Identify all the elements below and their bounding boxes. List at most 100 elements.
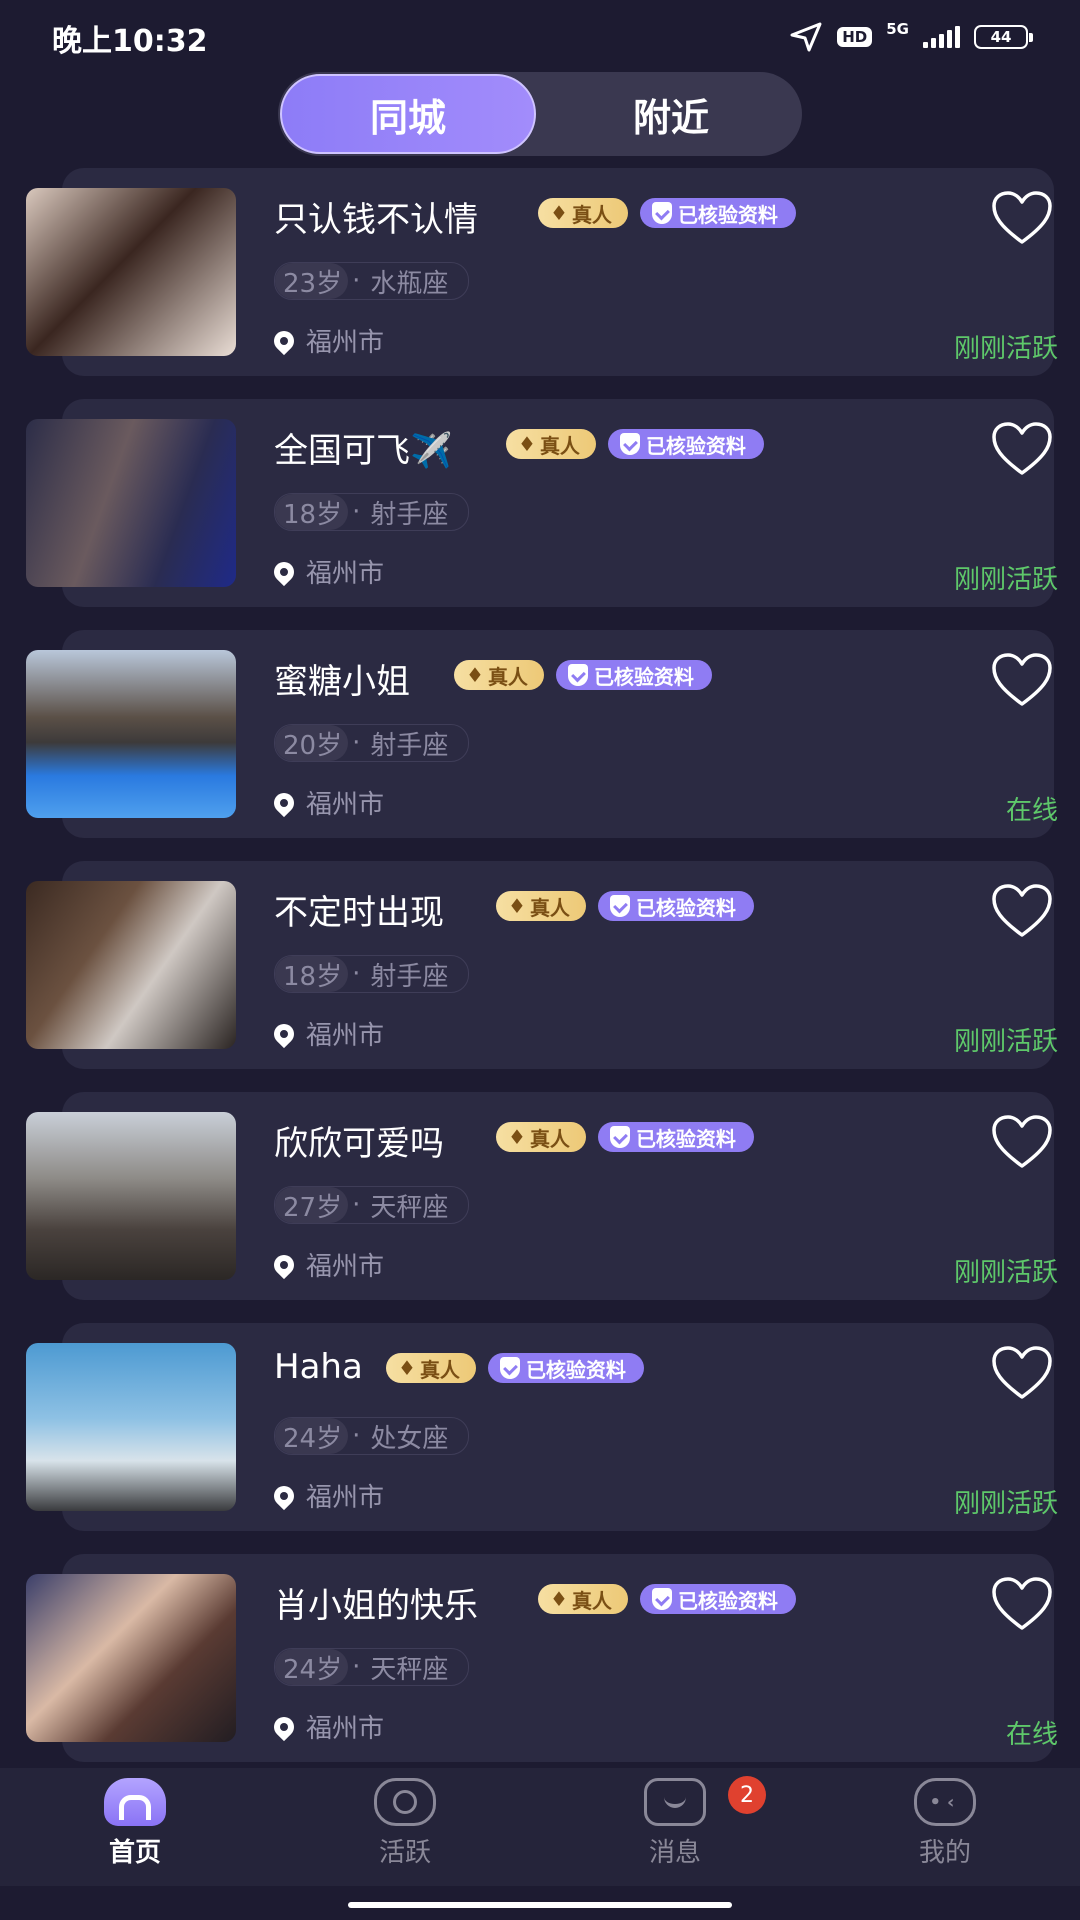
profile-location: 福州市 xyxy=(269,1246,384,1283)
age-zodiac-tag: 24岁 · 天秤座 xyxy=(274,1648,470,1686)
profile-location: 福州市 xyxy=(269,1015,384,1052)
shield-check-icon xyxy=(567,664,588,686)
signal-icon xyxy=(923,26,960,48)
real-person-badge: ♦ 真人 xyxy=(538,198,628,228)
profile-name: 欣欣可爱吗 xyxy=(274,1124,444,1164)
age-zodiac-tag: 23岁 · 水瓶座 xyxy=(274,262,470,300)
nav-label: 首页 xyxy=(108,1838,161,1868)
location-pin-icon xyxy=(269,1481,299,1510)
heart-icon[interactable] xyxy=(990,1114,1054,1170)
age-zodiac-tag: 27岁 · 天秤座 xyxy=(274,1186,470,1224)
real-person-badge: ♦ 真人 xyxy=(506,429,596,459)
verified-badge: 已核验资料 xyxy=(639,1584,796,1614)
real-person-badge: ♦ 真人 xyxy=(496,1122,586,1152)
home-icon xyxy=(104,1778,166,1826)
profile-photo[interactable] xyxy=(26,1343,236,1511)
tab-nearby[interactable]: 附近 xyxy=(540,72,802,156)
status-time: 晚上10:32 xyxy=(52,24,208,59)
profile-name: 全国可飞✈️ xyxy=(274,431,453,471)
location-arrow-icon xyxy=(790,22,822,52)
profile-name: 肖小姐的快乐 xyxy=(274,1586,478,1626)
activity-status: 在线 xyxy=(1005,1720,1058,1750)
profile-location: 福州市 xyxy=(269,1708,384,1745)
eye-icon xyxy=(374,1778,436,1826)
profile-photo[interactable] xyxy=(26,650,236,818)
battery-icon: 44 xyxy=(974,25,1033,49)
profile-badges: ♦ 真人 已核验资料 xyxy=(506,429,764,459)
profile-badges: ♦ 真人 已核验资料 xyxy=(496,891,754,921)
bottom-nav: 首页 活跃 消息 •‹ 我的 xyxy=(0,1768,1080,1886)
home-indicator[interactable] xyxy=(348,1902,732,1908)
diamond-icon: ♦ xyxy=(550,1587,568,1611)
nav-profile[interactable]: •‹ 我的 xyxy=(865,1778,1025,1878)
profile-name: 不定时出现 xyxy=(274,893,444,933)
verified-badge: 已核验资料 xyxy=(597,1122,754,1152)
location-pin-icon xyxy=(269,1712,299,1741)
location-pin-icon xyxy=(269,1019,299,1048)
profile-location: 福州市 xyxy=(269,322,384,359)
profile-name: Haha xyxy=(274,1347,363,1387)
heart-icon[interactable] xyxy=(990,883,1054,939)
tab-same-city[interactable]: 同城 xyxy=(280,74,536,154)
unread-badge: 2 xyxy=(728,1776,766,1814)
diamond-icon: ♦ xyxy=(398,1356,416,1380)
activity-status: 刚刚活跃 xyxy=(953,565,1058,595)
status-bar: 晚上10:32 HD 5G 44 xyxy=(0,0,1080,70)
diamond-icon: ♦ xyxy=(508,1125,526,1149)
profile-badges: ♦ 真人 已核验资料 xyxy=(538,1584,796,1614)
shield-check-icon xyxy=(651,1588,672,1610)
activity-status: 刚刚活跃 xyxy=(953,334,1058,364)
location-pin-icon xyxy=(269,788,299,817)
battery-level: 44 xyxy=(990,28,1012,46)
profile-badges: ♦ 真人 已核验资料 xyxy=(496,1122,754,1152)
shield-check-icon xyxy=(499,1357,520,1379)
heart-icon[interactable] xyxy=(990,190,1054,246)
age-zodiac-tag: 18岁 · 射手座 xyxy=(274,493,470,531)
nav-label: 我的 xyxy=(918,1838,971,1868)
profile-photo[interactable] xyxy=(26,188,236,356)
status-icons: HD 5G 44 xyxy=(789,20,1033,52)
activity-status: 在线 xyxy=(1005,796,1058,826)
diamond-icon: ♦ xyxy=(508,894,526,918)
verified-badge: 已核验资料 xyxy=(597,891,754,921)
heart-icon[interactable] xyxy=(990,1576,1054,1632)
activity-status: 刚刚活跃 xyxy=(953,1258,1058,1288)
nav-active[interactable]: 活跃 xyxy=(325,1778,485,1878)
profile-photo[interactable] xyxy=(26,881,236,1049)
profile-photo[interactable] xyxy=(26,1574,236,1742)
profile-photo[interactable] xyxy=(26,1112,236,1280)
profile-badges: ♦ 真人 已核验资料 xyxy=(386,1353,644,1383)
profile-name: 只认钱不认情 xyxy=(274,200,478,240)
verified-badge: 已核验资料 xyxy=(607,429,764,459)
real-person-badge: ♦ 真人 xyxy=(454,660,544,690)
location-pin-icon xyxy=(269,557,299,586)
profile-location: 福州市 xyxy=(269,553,384,590)
real-person-badge: ♦ 真人 xyxy=(386,1353,476,1383)
profile-icon: •‹ xyxy=(914,1778,976,1826)
diamond-icon: ♦ xyxy=(466,663,484,687)
heart-icon[interactable] xyxy=(990,1345,1054,1401)
location-pin-icon xyxy=(269,1250,299,1279)
hd-icon: HD xyxy=(837,27,873,47)
nav-label: 消息 xyxy=(648,1838,701,1868)
verified-badge: 已核验资料 xyxy=(487,1353,644,1383)
age-zodiac-tag: 18岁 · 射手座 xyxy=(274,955,470,993)
shield-check-icon xyxy=(651,202,672,224)
shield-check-icon xyxy=(609,895,630,917)
profile-badges: ♦ 真人 已核验资料 xyxy=(538,198,796,228)
profile-photo[interactable] xyxy=(26,419,236,587)
verified-badge: 已核验资料 xyxy=(555,660,712,690)
age-zodiac-tag: 24岁 · 处女座 xyxy=(274,1417,470,1455)
activity-status: 刚刚活跃 xyxy=(953,1027,1058,1057)
message-icon xyxy=(644,1778,706,1826)
profile-name: 蜜糖小姐 xyxy=(274,662,410,702)
shield-check-icon xyxy=(619,433,640,455)
nav-home[interactable]: 首页 xyxy=(55,1778,215,1878)
location-tabs: 同城 附近 xyxy=(278,72,802,156)
nav-label: 活跃 xyxy=(378,1838,431,1868)
heart-icon[interactable] xyxy=(990,421,1054,477)
diamond-icon: ♦ xyxy=(550,201,568,225)
age-zodiac-tag: 20岁 · 射手座 xyxy=(274,724,470,762)
heart-icon[interactable] xyxy=(990,652,1054,708)
profile-location: 福州市 xyxy=(269,1477,384,1514)
